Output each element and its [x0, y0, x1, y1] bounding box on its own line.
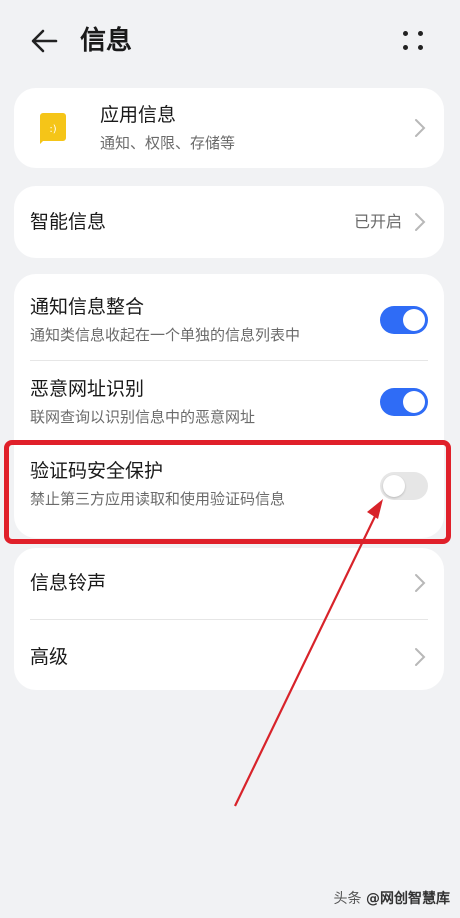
- divider: [30, 619, 428, 620]
- app-info-card[interactable]: :) 应用信息 通知、权限、存储等: [14, 88, 444, 168]
- page-title: 信息: [80, 26, 133, 56]
- message-app-icon: :): [40, 113, 66, 144]
- setting-sub: 通知类信息收起在一个单独的信息列表中: [30, 326, 301, 344]
- arrow-left-icon[interactable]: [28, 24, 62, 58]
- app-info-sub: 通知、权限、存储等: [100, 134, 236, 152]
- notify-merge-toggle[interactable]: [380, 306, 428, 334]
- advanced-label: 高级: [30, 646, 69, 668]
- divider: [30, 360, 428, 361]
- setting-sub: 联网查询以识别信息中的恶意网址: [30, 408, 256, 426]
- ringtone-label: 信息铃声: [30, 572, 107, 594]
- header: 信息: [0, 0, 460, 80]
- malicious-url-toggle[interactable]: [380, 388, 428, 416]
- more-items-card: 信息铃声 高级: [14, 548, 444, 690]
- chevron-right-icon: [415, 213, 426, 231]
- setting-label: 通知信息整合: [30, 296, 145, 318]
- smart-info-label: 智能信息: [30, 211, 107, 233]
- chevron-right-icon: [415, 119, 426, 137]
- more-dots-icon[interactable]: [400, 28, 428, 54]
- watermark: 头条 @网创智慧库: [334, 888, 450, 908]
- svg-text::): :): [49, 124, 56, 135]
- watermark-prefix: 头条: [333, 891, 362, 907]
- watermark-handle: @网创智慧库: [366, 891, 450, 907]
- smart-info-card[interactable]: 智能信息 已开启: [14, 186, 444, 258]
- chevron-right-icon: [415, 648, 426, 666]
- smart-info-status: 已开启: [353, 212, 402, 231]
- app-info-label: 应用信息: [100, 104, 177, 126]
- setting-label: 恶意网址识别: [30, 378, 145, 400]
- chevron-right-icon: [415, 574, 426, 592]
- highlight-box: [4, 440, 451, 544]
